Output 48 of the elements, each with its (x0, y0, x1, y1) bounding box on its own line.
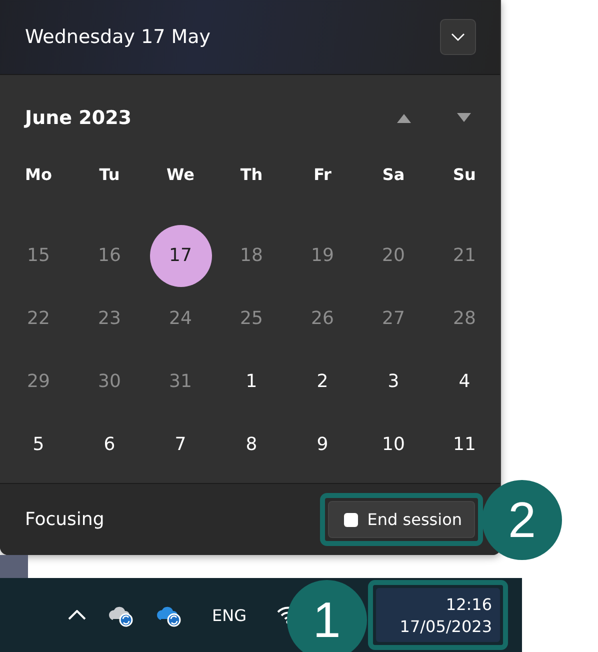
chevron-up-icon[interactable] (68, 610, 86, 620)
calendar-day[interactable]: 7 (150, 414, 212, 476)
calendar-day[interactable]: 9 (292, 414, 354, 476)
date-title: Wednesday 17 May (25, 26, 211, 48)
calendar-day[interactable]: 30 (78, 350, 140, 412)
calendar-day[interactable]: 28 (434, 288, 496, 350)
expand-button[interactable] (440, 19, 476, 55)
calendar-day[interactable]: 15 (8, 224, 70, 286)
stop-icon (343, 512, 360, 528)
calendar-day[interactable]: 21 (434, 224, 496, 286)
calendar-day[interactable]: 18 (220, 224, 282, 286)
chevron-down-icon (451, 33, 465, 41)
calendar-day[interactable]: 27 (362, 288, 424, 350)
end-session-button[interactable]: End session (328, 501, 475, 538)
callout-badge: 2 (482, 480, 562, 560)
weekday-label: Mo (24, 164, 53, 186)
calendar-day[interactable]: 6 (78, 414, 140, 476)
weekday-label: Sa (381, 164, 406, 186)
calendar-day[interactable]: 11 (434, 414, 496, 476)
calendar-day[interactable]: 2 (292, 350, 354, 412)
calendar-day[interactable]: 16 (78, 224, 140, 286)
weekday-label: Su (452, 164, 477, 186)
calendar-day[interactable]: 24 (150, 288, 212, 350)
calendar-day[interactable]: 29 (8, 350, 70, 412)
month-title: June 2023 (25, 107, 132, 129)
calendar-day[interactable]: 19 (292, 224, 354, 286)
weekday-label: Fr (312, 164, 332, 186)
calendar-day[interactable]: 17 (150, 224, 212, 286)
calendar-day[interactable]: 31 (150, 350, 212, 412)
calendar-day[interactable]: 5 (8, 414, 70, 476)
calendar-day[interactable]: 8 (220, 414, 282, 476)
calendar-day[interactable]: 20 (362, 224, 424, 286)
background-window-edge (0, 555, 28, 578)
calendar-day[interactable]: 4 (434, 350, 496, 412)
weekday-label: Th (239, 164, 264, 186)
calendar-day[interactable]: 25 (220, 288, 282, 350)
weekday-label: Tu (98, 164, 121, 186)
calendar-day[interactable]: 1 (220, 350, 282, 412)
calendar-day[interactable]: 3 (362, 350, 424, 412)
focus-status: Focusing (25, 509, 104, 530)
calendar-day[interactable]: 22 (8, 288, 70, 350)
calendar-day[interactable]: 26 (292, 288, 354, 350)
calendar-day[interactable]: 23 (78, 288, 140, 350)
language-indicator[interactable]: ENG (212, 606, 246, 624)
weekday-label: We (166, 164, 196, 186)
callout-badge: 1 (286, 580, 367, 652)
calendar-day[interactable]: 10 (362, 414, 424, 476)
clock-button[interactable]: 12:16 17/05/2023 (376, 588, 500, 642)
